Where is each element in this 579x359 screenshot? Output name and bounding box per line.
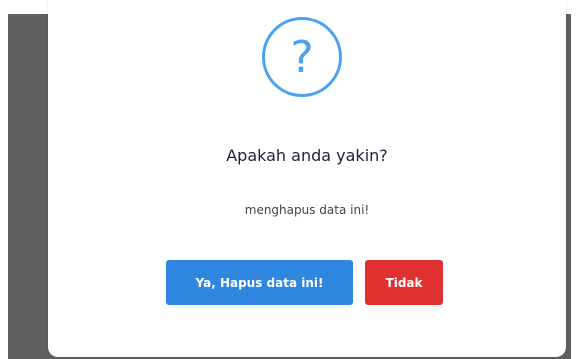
dialog-message: menghapus data ini! — [244, 203, 370, 217]
question-mark-icon: ? — [262, 17, 342, 97]
dialog-title: Apakah anda yakin? — [226, 146, 388, 165]
question-mark-glyph: ? — [290, 32, 314, 83]
confirm-dialog: ? Apakah anda yakin? menghapus data ini!… — [48, 0, 566, 357]
cancel-button[interactable]: Tidak — [365, 260, 443, 305]
confirm-delete-button[interactable]: Ya, Hapus data ini! — [166, 260, 353, 305]
